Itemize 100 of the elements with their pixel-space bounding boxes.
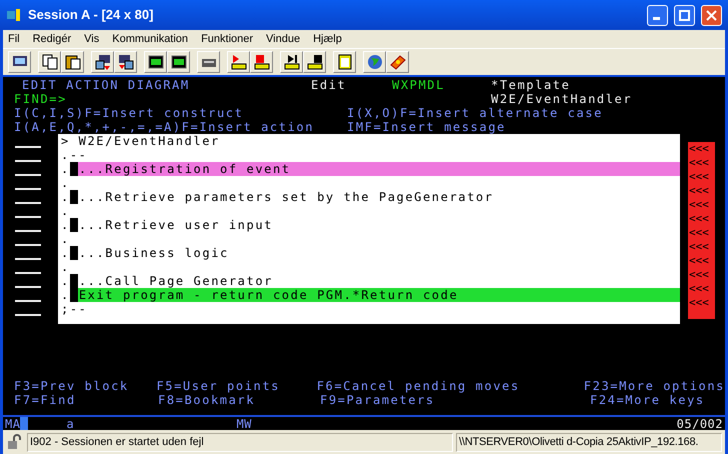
- globe-button[interactable]: [363, 51, 386, 73]
- printer-session: \\NTSERVER0\Olivetti d-Copia 25AktivIP_192.168.: [456, 432, 722, 452]
- function-key-hint: F24=More keys: [590, 393, 705, 407]
- input-indicator: a: [66, 416, 76, 430]
- scroll-marker: <<<: [688, 240, 710, 254]
- menu-item[interactable]: Redigér: [32, 30, 72, 48]
- menu-item[interactable]: Vis: [84, 30, 100, 48]
- display-button[interactable]: [144, 51, 167, 73]
- app-icon: [6, 7, 22, 23]
- window-title: Session A - [24 x 80]: [28, 6, 154, 24]
- receive-screen-button[interactable]: [114, 51, 137, 73]
- receive-screen-icon: [116, 53, 134, 71]
- function-key-hint: F7=Find: [14, 393, 77, 407]
- function-key-hint: F9=Parameters: [320, 393, 436, 407]
- scroll-marker: <<<: [688, 142, 710, 156]
- function-key-hint: F8=Bookmark: [158, 393, 256, 407]
- command-hint: IMF=Insert message: [347, 120, 506, 134]
- function-name: W2E/EventHandler: [491, 92, 632, 106]
- command-hint: I(A,E,Q,*,+,-,=,=A)F=Insert action: [14, 120, 316, 134]
- menu-item[interactable]: Vindue: [266, 30, 300, 48]
- cursor-block-icon: [70, 218, 78, 232]
- scroll-marker: <<<: [688, 226, 710, 240]
- display-icon: [170, 53, 188, 71]
- command-hint: I(X,O)F=Insert alternate case: [347, 106, 603, 120]
- cursor-block-icon: [70, 190, 78, 204]
- screen-button[interactable]: [8, 51, 31, 73]
- globe-icon: [366, 53, 384, 71]
- diagram-action[interactable]: ...Call Page Generator: [78, 274, 680, 288]
- play-button[interactable]: [280, 51, 303, 73]
- status-indicator: MW: [236, 416, 253, 430]
- function-key-hint: F23=More options: [584, 379, 725, 393]
- scroll-marker: <<<: [688, 212, 710, 226]
- find-prompt: FIND=>: [14, 92, 68, 106]
- cursor-block-icon: [70, 274, 78, 288]
- clipboard-button[interactable]: [333, 51, 356, 73]
- highlighted-action[interactable]: Exit program - return code PGM.*Return code: [78, 288, 680, 302]
- scroll-marker: <<<: [688, 296, 710, 310]
- keyboard-button[interactable]: [197, 51, 220, 73]
- scroll-marker: <<<: [688, 282, 710, 296]
- lock-icon: [6, 434, 24, 450]
- play-icon: [282, 53, 300, 71]
- scroll-marker: <<<: [688, 170, 710, 184]
- cursor-position: 05/002: [676, 416, 724, 430]
- paste-button[interactable]: [61, 51, 84, 73]
- minimize-icon: [652, 17, 660, 20]
- display-icon: [146, 53, 164, 71]
- diagram-dot: .: [61, 288, 70, 302]
- scroll-marker: <<<: [688, 184, 710, 198]
- scroll-marker: <<<: [688, 254, 710, 268]
- send-screen-icon: [94, 53, 112, 71]
- send-screen-button[interactable]: [91, 51, 114, 73]
- diagram-line: .: [61, 232, 70, 246]
- popup-title: > W2E/EventHandler: [61, 134, 220, 148]
- function-key-hint: F3=Prev block: [14, 379, 130, 393]
- close-button[interactable]: [701, 4, 722, 26]
- scroll-marker: <<<: [688, 198, 710, 212]
- diagram-action[interactable]: ...Business logic: [78, 246, 680, 260]
- menu-item[interactable]: Hjælp: [313, 30, 342, 48]
- cursor-block-icon: [70, 288, 78, 302]
- diagram-line: .: [61, 204, 70, 218]
- diagram-dot: .: [61, 190, 70, 204]
- screen-title: EDIT ACTION DIAGRAM: [22, 78, 191, 92]
- display-button[interactable]: [167, 51, 190, 73]
- stop-button[interactable]: [250, 51, 273, 73]
- diagram-line: .: [61, 176, 70, 190]
- menu-item[interactable]: Funktioner: [201, 30, 254, 48]
- scroll-marker: <<<: [688, 156, 710, 170]
- menu-item[interactable]: Fil: [8, 30, 20, 48]
- mode-label: Edit: [311, 78, 348, 92]
- diagram-action[interactable]: ...Retrieve parameters set by the PageGenerator: [78, 190, 680, 204]
- maximize-button[interactable]: [674, 4, 695, 26]
- diagram-dot: .: [61, 274, 70, 288]
- minimize-button[interactable]: [647, 4, 668, 26]
- template-label: *Template: [491, 78, 570, 92]
- function-key-hint: F6=Cancel pending moves: [316, 379, 521, 393]
- record-button[interactable]: [227, 51, 250, 73]
- diagram-line: ;--: [61, 302, 88, 316]
- scroll-marker: <<<: [688, 268, 710, 282]
- maximize-icon: [679, 10, 690, 20]
- diagram-action[interactable]: ...Retrieve user input: [78, 218, 680, 232]
- highlighted-action[interactable]: ...Registration of event: [78, 162, 680, 176]
- stop-icon: [252, 53, 270, 71]
- copy-icon: [40, 53, 58, 71]
- status-mode: MA: [5, 416, 20, 430]
- command-hint: I(C,I,S)F=Insert construct: [14, 106, 244, 120]
- diagram-line: .--: [61, 148, 88, 162]
- diagram-dot: .: [61, 246, 70, 260]
- cursor-block-icon: [70, 246, 78, 260]
- paste-icon: [64, 53, 82, 71]
- copy-button[interactable]: [38, 51, 61, 73]
- record-icon: [230, 53, 248, 71]
- close-icon: [706, 10, 717, 20]
- status-message: I902 - Sessionen er startet uden fejl: [27, 432, 453, 452]
- cursor-icon: [20, 416, 28, 430]
- diagram-dot: .: [61, 218, 70, 232]
- menu-item[interactable]: Kommunikation: [112, 30, 188, 48]
- function-key-hint: F5=User points: [156, 379, 281, 393]
- diagram-line: .: [61, 260, 70, 274]
- clipboard-icon: [336, 53, 354, 71]
- diagram-dot: .: [61, 162, 70, 176]
